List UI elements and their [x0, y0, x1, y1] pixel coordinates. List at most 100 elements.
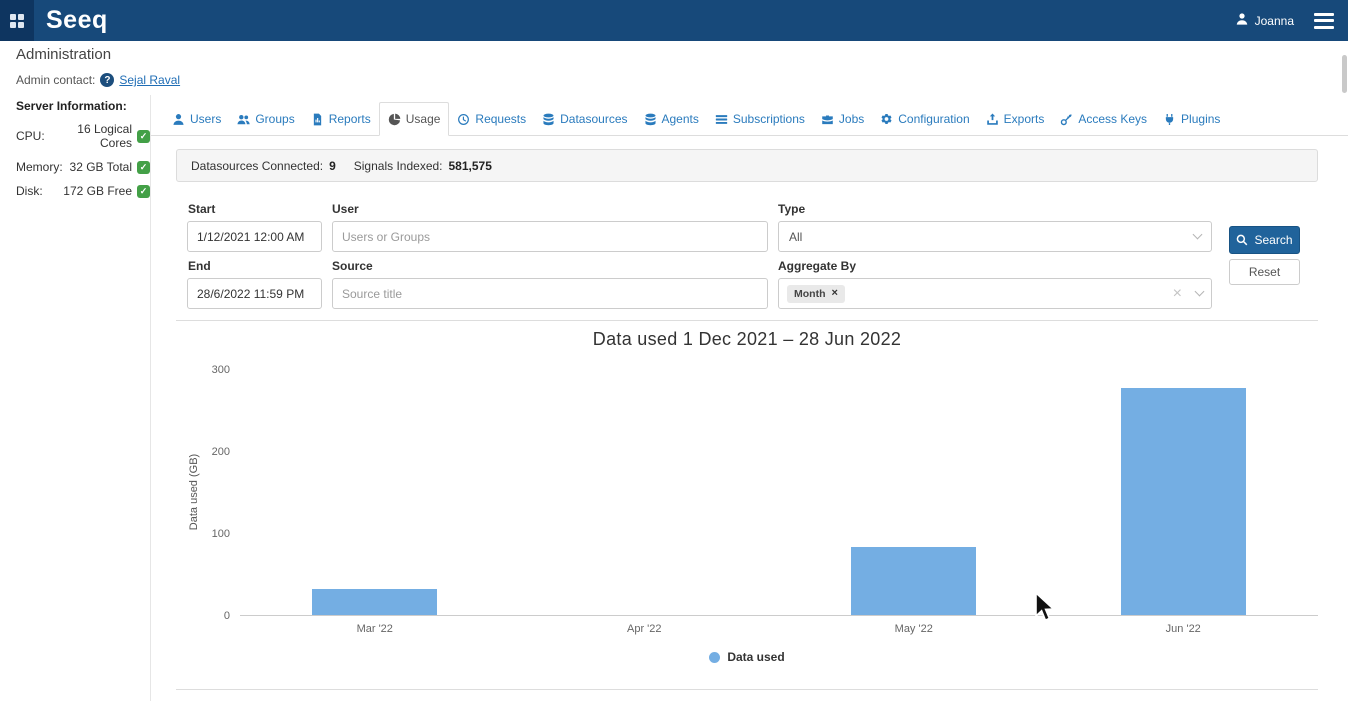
x-category-label: Jun '22: [1049, 623, 1319, 635]
vertical-scrollbar[interactable]: [1342, 55, 1347, 93]
x-category-label: May '22: [779, 623, 1049, 635]
tab-label: Exports: [1004, 112, 1045, 126]
user-icon: [1235, 12, 1249, 29]
tab-jobs[interactable]: Jobs: [813, 103, 872, 135]
app-switcher-button[interactable]: [0, 0, 34, 41]
user-icon: [172, 113, 185, 126]
source-filter-input[interactable]: [332, 278, 768, 309]
pie-icon: [388, 113, 401, 126]
tab-configuration[interactable]: Configuration: [872, 103, 977, 135]
tab-exports[interactable]: Exports: [978, 103, 1053, 135]
reset-button[interactable]: Reset: [1229, 259, 1300, 285]
y-tick-label: 300: [212, 364, 230, 376]
start-date-input[interactable]: [187, 221, 322, 252]
chart-title: Data used 1 Dec 2021 – 28 Jun 2022: [176, 329, 1318, 350]
server-info-row-memory: Memory: 32 GB Total ✓: [16, 160, 150, 174]
admin-contact-label: Admin contact:: [16, 73, 95, 87]
tab-label: Users: [190, 112, 221, 126]
database-icon: [542, 113, 555, 126]
memory-value: 32 GB Total: [70, 160, 132, 174]
bar-may-22[interactable]: [851, 547, 976, 615]
tab-subscriptions[interactable]: Subscriptions: [707, 103, 813, 135]
x-category-label: Mar '22: [240, 623, 510, 635]
page-title: Administration: [16, 46, 111, 63]
tab-label: Requests: [475, 112, 526, 126]
database-icon: [644, 113, 657, 126]
export-icon: [986, 113, 999, 126]
tab-requests[interactable]: Requests: [449, 103, 534, 135]
tab-label: Datasources: [560, 112, 627, 126]
grid-icon: [10, 14, 24, 28]
bar-jun-22[interactable]: [1121, 388, 1246, 615]
chart-legend[interactable]: Data used: [176, 650, 1318, 664]
administration-page: Seeq Joanna Administration Admin contact…: [0, 0, 1348, 701]
remove-tag-icon[interactable]: ×: [832, 288, 838, 299]
signals-indexed-stat: Signals Indexed: 581,575: [354, 159, 492, 173]
end-label: End: [188, 259, 211, 273]
tab-usage[interactable]: Usage: [379, 102, 450, 136]
tab-plugins[interactable]: Plugins: [1155, 103, 1228, 135]
report-icon: [311, 113, 324, 126]
usage-chart: Data used 1 Dec 2021 – 28 Jun 2022 Data …: [176, 320, 1318, 690]
x-axis-labels: Mar '22Apr '22May '22Jun '22: [240, 623, 1318, 637]
user-filter-input[interactable]: [332, 221, 768, 252]
start-label: Start: [188, 202, 215, 216]
datasources-connected-stat: Datasources Connected: 9: [191, 159, 336, 173]
aggregate-controls: ×: [1173, 286, 1203, 302]
top-navbar: Seeq Joanna: [0, 0, 1348, 41]
chevron-down-icon[interactable]: [1195, 287, 1205, 297]
admin-contact: Admin contact: ? Sejal Raval: [16, 73, 180, 87]
chevron-down-icon: [1193, 230, 1203, 240]
search-button[interactable]: Search: [1229, 226, 1300, 254]
admin-contact-link[interactable]: Sejal Raval: [119, 73, 180, 87]
y-tick-label: 100: [212, 528, 230, 540]
seeq-logo[interactable]: Seeq: [46, 0, 108, 41]
plot-area: [240, 370, 1318, 616]
server-info-row-disk: Disk: 172 GB Free ✓: [16, 184, 150, 198]
aggregate-tag-label: Month: [794, 288, 826, 300]
tab-datasources[interactable]: Datasources: [534, 103, 635, 135]
tab-reports[interactable]: Reports: [303, 103, 379, 135]
help-icon[interactable]: ?: [100, 73, 114, 87]
admin-tabs: Users Groups Reports Usage Requests Data…: [151, 99, 1348, 136]
briefcase-icon: [821, 113, 834, 126]
check-icon: ✓: [137, 161, 150, 174]
type-selected-value: All: [789, 230, 802, 244]
aggregate-by-label: Aggregate By: [778, 259, 856, 273]
reset-button-label: Reset: [1249, 265, 1280, 279]
legend-label: Data used: [727, 650, 784, 664]
y-axis-ticks: 0100200300: [176, 370, 230, 616]
tab-label: Access Keys: [1078, 112, 1147, 126]
server-information-title: Server Information:: [16, 99, 150, 113]
tab-users[interactable]: Users: [164, 103, 229, 135]
summary-stats-bar: Datasources Connected: 9 Signals Indexed…: [176, 149, 1318, 182]
clear-icon[interactable]: ×: [1173, 286, 1182, 302]
key-icon: [1060, 113, 1073, 126]
user-menu[interactable]: Joanna: [1235, 12, 1294, 29]
tab-label: Agents: [662, 112, 699, 126]
source-filter-label: Source: [332, 259, 373, 273]
type-select[interactable]: All: [778, 221, 1212, 252]
hamburger-menu-button[interactable]: [1314, 9, 1334, 32]
tab-label: Plugins: [1181, 112, 1220, 126]
user-name: Joanna: [1255, 14, 1294, 28]
aggregate-by-select[interactable]: Month × ×: [778, 278, 1212, 309]
datasources-connected-label: Datasources Connected:: [191, 159, 323, 173]
user-filter-label: User: [332, 202, 359, 216]
aggregate-tag-month[interactable]: Month ×: [787, 285, 845, 303]
tab-label: Configuration: [898, 112, 969, 126]
tab-groups[interactable]: Groups: [229, 103, 302, 135]
tab-label: Usage: [406, 112, 441, 126]
history-icon: [457, 113, 470, 126]
tab-access-keys[interactable]: Access Keys: [1052, 103, 1155, 135]
type-filter-label: Type: [778, 202, 805, 216]
topbar-right: Joanna: [1235, 9, 1348, 32]
search-icon: [1236, 234, 1248, 246]
y-tick-label: 200: [212, 446, 230, 458]
tab-agents[interactable]: Agents: [636, 103, 707, 135]
datasources-connected-value: 9: [329, 159, 336, 173]
end-date-input[interactable]: [187, 278, 322, 309]
tab-label: Reports: [329, 112, 371, 126]
search-button-label: Search: [1254, 233, 1292, 247]
bar-mar-22[interactable]: [312, 589, 437, 615]
